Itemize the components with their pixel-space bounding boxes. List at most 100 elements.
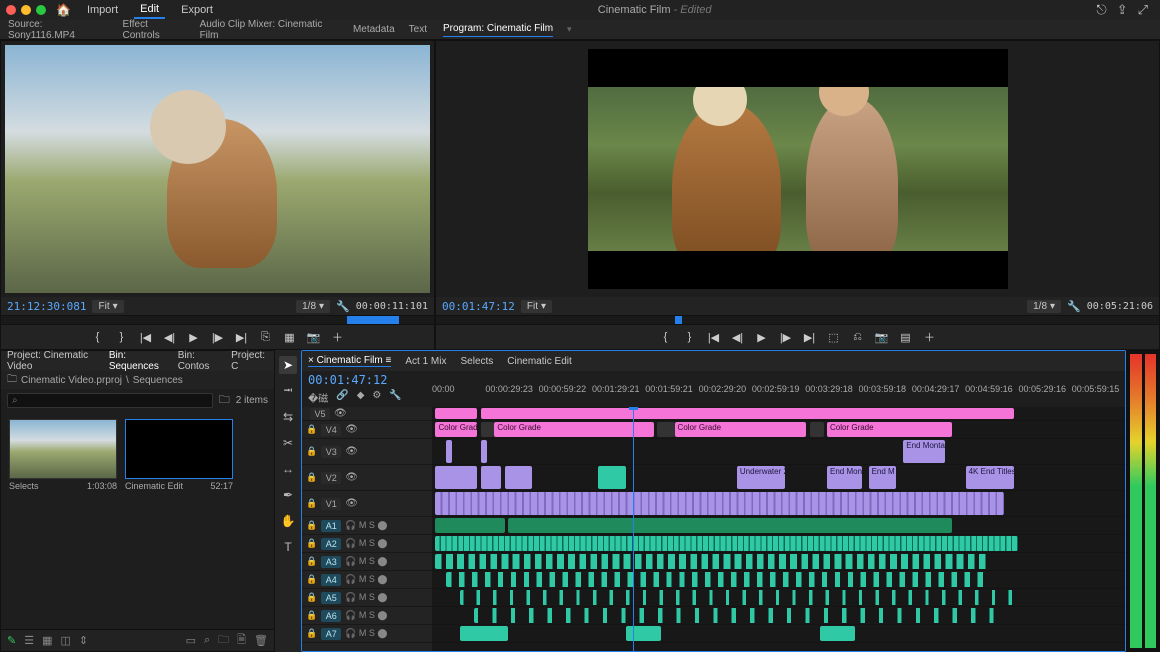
step-fwd-icon[interactable]: |▶ [211, 330, 225, 344]
lock-icon[interactable]: 🔒 [306, 498, 317, 509]
program-timecode[interactable]: 00:01:47:12 [442, 300, 515, 313]
tab-seq-act1[interactable]: Act 1 Mix [405, 356, 446, 367]
new-bin-icon[interactable]: 🗀 [219, 391, 230, 410]
eye-icon[interactable]: 👁 [334, 408, 347, 419]
timeline-ruler[interactable]: 00:00 00:00:29:23 00:00:59:22 00:01:29:2… [432, 371, 1125, 407]
clip[interactable] [481, 440, 487, 463]
button-editor-icon[interactable]: ＋ [923, 330, 937, 344]
export-frame-icon[interactable]: 📷 [307, 330, 321, 344]
clip[interactable]: 4K End Titles 2 [V [966, 466, 1015, 489]
tab-seq-selects[interactable]: Selects [460, 356, 493, 367]
tab-bin-contos[interactable]: Bin: Contos [178, 350, 221, 372]
minimize-window[interactable] [21, 5, 31, 15]
source-resolution[interactable]: 1/8 ▾ [296, 300, 330, 313]
hand-tool[interactable]: ✋ [279, 512, 297, 530]
go-in-icon[interactable]: |◀ [707, 330, 721, 344]
new-item-icon[interactable]: 🗎 [237, 631, 246, 650]
tab-project[interactable]: Project: Cinematic Video [7, 350, 99, 372]
audio-clip[interactable] [508, 518, 952, 533]
program-scrubber[interactable] [436, 315, 1159, 325]
clip[interactable]: Underwater 2 [737, 466, 786, 489]
wrench-icon[interactable]: 🔧 [336, 300, 350, 313]
sort-icon[interactable]: ⇕ [79, 634, 88, 647]
audio-clip[interactable] [820, 626, 855, 641]
audio-clip[interactable] [435, 518, 504, 533]
tab-effect-controls[interactable]: Effect Controls [122, 19, 185, 41]
icon-view-icon[interactable]: ▦ [42, 634, 52, 647]
breadcrumb[interactable]: 🗀 Cinematic Video.prproj \ Sequences [1, 371, 274, 389]
clip[interactable] [505, 466, 533, 489]
selection-tool[interactable]: ➤ [279, 356, 297, 374]
tab-text[interactable]: Text [409, 24, 427, 35]
lock-icon[interactable]: 🔒 [306, 610, 317, 621]
snapshot-icon[interactable]: 📷 [875, 330, 889, 344]
home-icon[interactable]: 🏠 [56, 3, 71, 17]
find-icon[interactable]: ⌕ [204, 634, 210, 647]
lock-icon[interactable]: 🔒 [306, 556, 317, 567]
trash-icon[interactable]: 🗑 [254, 634, 268, 647]
play-icon[interactable]: ▶ [755, 330, 769, 344]
clip[interactable]: End Monta [827, 466, 862, 489]
clip[interactable]: Color Grade [675, 422, 807, 437]
source-viewer[interactable] [5, 45, 430, 293]
source-timecode[interactable]: 21:12:30:081 [7, 300, 86, 313]
step-fwd-icon[interactable]: |▶ [779, 330, 793, 344]
close-window[interactable] [6, 5, 16, 15]
program-resolution[interactable]: 1/8 ▾ [1027, 300, 1061, 313]
go-out-icon[interactable]: ▶| [803, 330, 817, 344]
timeline-timecode[interactable]: 00:01:47:12 [308, 373, 426, 387]
settings-icon[interactable]: ⚙ [372, 390, 381, 405]
source-zoom-fit[interactable]: Fit ▾ [92, 300, 123, 313]
snap-icon[interactable]: �磁 [308, 390, 328, 405]
workspace-export[interactable]: Export [175, 2, 219, 18]
wrench-icon[interactable]: 🔧 [1067, 300, 1081, 313]
audio-clip[interactable] [460, 590, 1014, 605]
quick-export-icon[interactable]: ⎋ [1096, 2, 1106, 18]
project-search-input[interactable] [7, 393, 213, 408]
type-tool[interactable]: T [279, 538, 297, 556]
clip[interactable] [446, 440, 452, 463]
tab-seq-cinedit[interactable]: Cinematic Edit [507, 356, 571, 367]
bin-thumb[interactable]: Cinematic Edit52:17 [125, 419, 233, 491]
audio-clip[interactable] [460, 626, 509, 641]
workspace-import[interactable]: Import [81, 2, 124, 18]
lock-icon[interactable]: 🔒 [306, 520, 317, 531]
clip[interactable] [810, 422, 824, 437]
marker-icon[interactable]: ◆ [357, 390, 365, 405]
ripple-tool[interactable]: ⇆ [279, 408, 297, 426]
eye-icon[interactable]: 👁 [345, 498, 358, 509]
tab-bin-sequences[interactable]: Bin: Sequences [109, 350, 168, 373]
new-bin-icon[interactable]: 🗀 [218, 631, 229, 650]
clip[interactable] [598, 466, 626, 489]
eye-icon[interactable]: 👁 [345, 446, 358, 457]
maximize-window[interactable] [36, 5, 46, 15]
lock-icon[interactable]: 🔒 [306, 538, 317, 549]
clip[interactable] [481, 422, 495, 437]
wrench-icon[interactable]: 🔧 [389, 390, 401, 405]
tab-project2[interactable]: Project: C [231, 350, 268, 372]
extract-icon[interactable]: ⎌ [851, 330, 865, 344]
mark-out-icon[interactable]: } [683, 330, 697, 344]
bin-thumb[interactable]: Selects1:03:08 [9, 419, 117, 491]
audio-clip[interactable] [435, 536, 1017, 551]
audio-clip[interactable] [446, 572, 987, 587]
clip[interactable] [435, 492, 1003, 515]
share-icon[interactable]: ⇪ [1117, 2, 1128, 18]
mark-out-icon[interactable]: } [115, 330, 129, 344]
clip[interactable] [435, 408, 477, 419]
clip[interactable]: Color Grade [435, 422, 477, 437]
lock-icon[interactable]: 🔒 [306, 472, 317, 483]
clip[interactable]: End Montage [903, 440, 945, 463]
program-viewer[interactable] [436, 41, 1159, 297]
eye-icon[interactable]: 👁 [345, 472, 358, 483]
clip[interactable] [657, 422, 674, 437]
step-back-icon[interactable]: ◀| [163, 330, 177, 344]
slip-tool[interactable]: ↔ [279, 460, 297, 478]
mark-in-icon[interactable]: { [91, 330, 105, 344]
tab-source[interactable]: Source: Sony1116.MP4 [8, 19, 108, 41]
lock-icon[interactable]: 🔒 [306, 628, 317, 639]
lock-icon[interactable]: 🔒 [306, 574, 317, 585]
button-editor-icon[interactable]: ＋ [331, 330, 345, 344]
mark-in-icon[interactable]: { [659, 330, 673, 344]
audio-clip[interactable] [474, 608, 1001, 623]
